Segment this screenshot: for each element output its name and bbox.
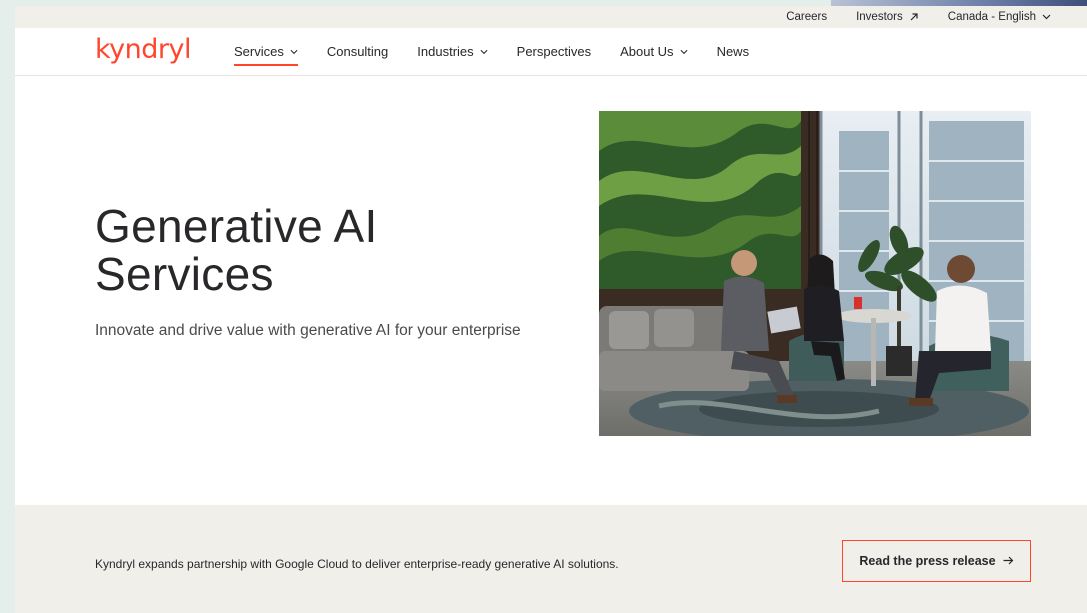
chevron-down-icon xyxy=(480,49,488,55)
nav-about-us[interactable]: About Us xyxy=(620,28,688,76)
nav-industries[interactable]: Industries xyxy=(417,28,488,76)
press-button-label: Read the press release xyxy=(859,554,996,568)
hero-subtitle: Innovate and drive value with generative… xyxy=(95,322,521,339)
locale-selector[interactable]: Canada - English xyxy=(948,11,1051,23)
investors-label: Investors xyxy=(856,11,903,23)
hero-text: Generative AI Services Innovate and driv… xyxy=(95,202,565,340)
careers-link[interactable]: Careers xyxy=(786,11,827,23)
nav-about-us-label: About Us xyxy=(620,44,674,59)
nav-perspectives-label: Perspectives xyxy=(516,44,592,59)
careers-label: Careers xyxy=(786,11,828,23)
external-arrow-icon xyxy=(909,12,919,22)
utility-nav: Careers Investors Canada - English xyxy=(15,6,1087,28)
nav-services-label: Services xyxy=(233,44,284,59)
hero-section: Generative AI Services Innovate and driv… xyxy=(15,76,1087,505)
investors-link[interactable]: Investors xyxy=(856,11,919,23)
read-press-release-button[interactable]: Read the press release xyxy=(842,540,1031,582)
hero-title-line1: Generative AI xyxy=(95,200,378,252)
locale-label: Canada - English xyxy=(947,11,1036,23)
chevron-down-icon xyxy=(680,49,688,55)
hero-title: Generative AI Services xyxy=(95,202,565,298)
main-nav: kyndryl Services Consulting Industries P… xyxy=(15,28,1087,76)
hero-photo xyxy=(599,111,1031,436)
banner-text: Kyndryl expands partnership with Google … xyxy=(95,557,619,571)
nav-news-label: News xyxy=(716,44,750,59)
nav-industries-label: Industries xyxy=(417,44,474,59)
nav-news[interactable]: News xyxy=(717,28,750,76)
nav-consulting[interactable]: Consulting xyxy=(327,28,388,76)
nav-services[interactable]: Services xyxy=(233,28,298,76)
nav-consulting-label: Consulting xyxy=(326,44,389,59)
page: Careers Investors Canada - English kyndr… xyxy=(15,6,1087,613)
chevron-down-icon xyxy=(1042,14,1051,20)
kyndryl-logo[interactable]: kyndryl xyxy=(95,34,191,65)
press-banner: Kyndryl expands partnership with Google … xyxy=(15,505,1087,613)
hero-title-line2: Services xyxy=(95,248,274,300)
chevron-down-icon xyxy=(290,49,298,55)
nav-perspectives[interactable]: Perspectives xyxy=(517,28,591,76)
arrow-right-icon xyxy=(1003,554,1014,568)
